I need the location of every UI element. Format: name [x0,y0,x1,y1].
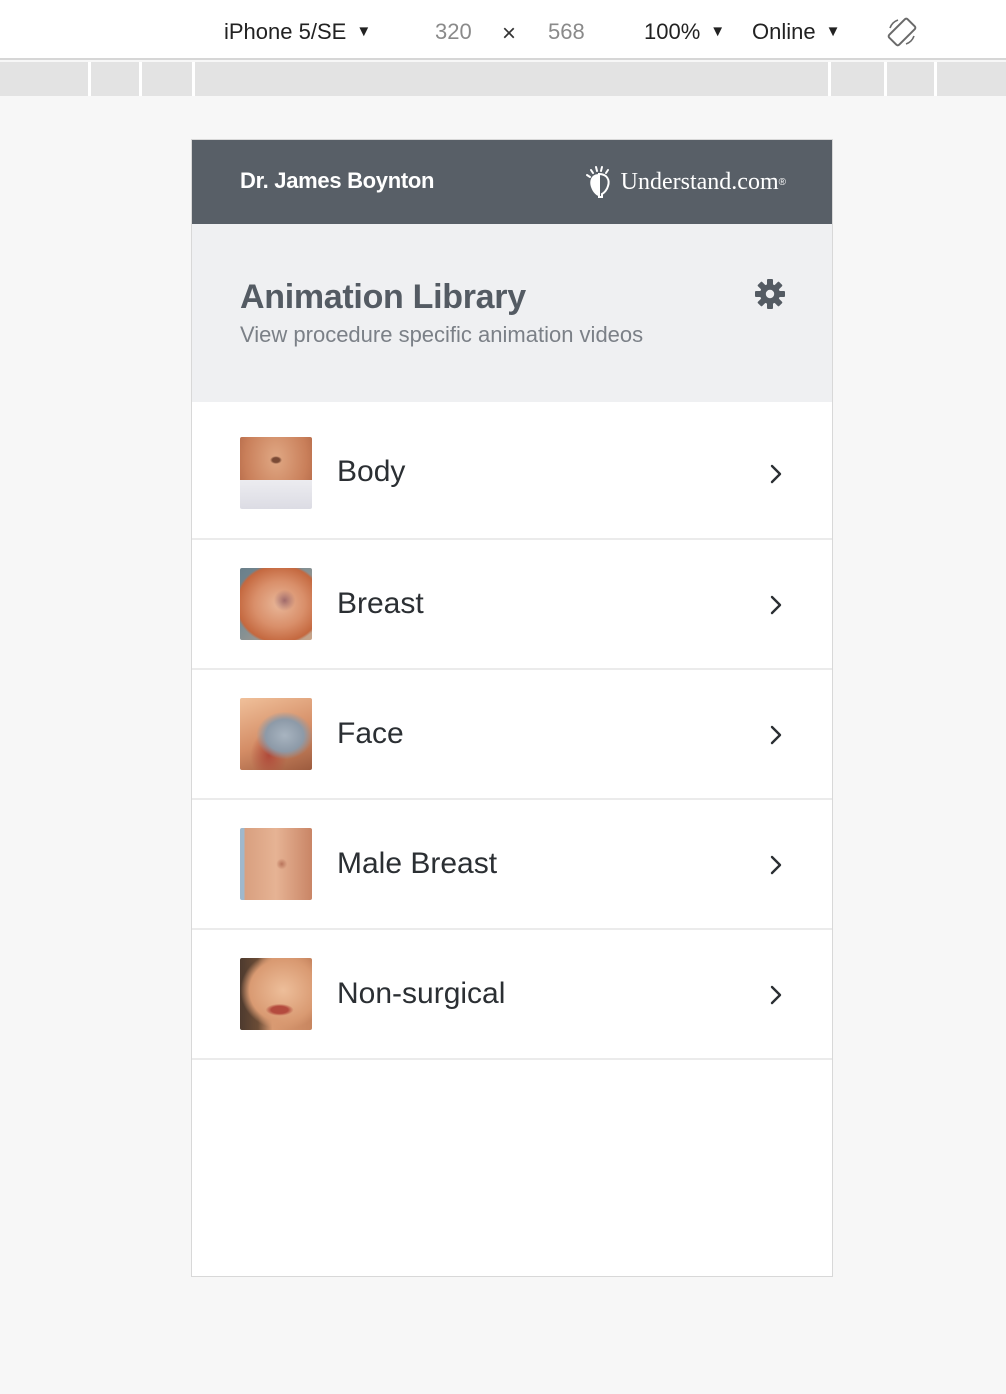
chevron-right-icon [770,464,782,484]
page-title: Animation Library [240,278,526,316]
category-label: Male Breast [337,847,498,880]
category-item-breast[interactable]: Breast [192,540,832,670]
chevron-right-icon [770,985,782,1005]
zoom-select[interactable]: 100% ▼ [644,17,725,47]
rotate-device-icon[interactable] [886,16,918,48]
brand-logo[interactable]: Understand.com ® [583,164,786,200]
zoom-select-caret-icon: ▼ [710,23,726,40]
body-thumbnail [240,437,312,509]
category-label: Breast [337,587,424,620]
brand-registered-mark: ® [778,176,786,188]
dimension-separator: × [502,20,517,47]
ruler-tick [88,62,91,96]
network-select-label: Online [752,19,816,44]
page-subtitle: View procedure specific animation videos [240,322,644,347]
category-item-non-surgical[interactable]: Non-surgical [192,930,832,1060]
category-label: Face [337,717,404,750]
understand-logo-icon [585,166,610,198]
gear-icon[interactable] [754,278,786,310]
media-query-ruler [0,62,1006,96]
brand-name: Understand.com [620,168,779,195]
ruler-tick [828,62,831,96]
category-label: Body [337,455,406,488]
category-list: Body Breast Face Male Breast Non-surgica… [192,402,832,1060]
zoom-select-label: 100% [644,19,701,44]
device-viewport: Dr. James Boynton Understand.com ® Animat… [191,139,833,1277]
breast-thumbnail [240,568,312,640]
ruler-tick [139,62,142,96]
male-breast-thumbnail [240,828,312,900]
height-input[interactable]: 568 [548,17,585,47]
app-header: Dr. James Boynton Understand.com ® [192,140,832,224]
devtools-device-toolbar: iPhone 5/SE ▼ 320 × 568 100% ▼ Online ▼ [0,0,1006,60]
network-select-caret-icon: ▼ [825,23,841,40]
face-thumbnail [240,698,312,770]
ruler-tick [884,62,887,96]
library-hero: Animation Library View procedure specifi… [192,224,832,402]
width-input[interactable]: 320 [435,17,472,47]
category-item-body[interactable]: Body [192,402,832,540]
category-item-male-breast[interactable]: Male Breast [192,800,832,930]
category-item-face[interactable]: Face [192,670,832,800]
ruler-tick [934,62,937,96]
chevron-right-icon [770,725,782,745]
chevron-right-icon [770,855,782,875]
device-select-label: iPhone 5/SE [224,19,347,44]
device-select-caret-icon: ▼ [356,23,372,40]
non-surgical-thumbnail [240,958,312,1030]
device-select[interactable]: iPhone 5/SE ▼ [224,17,371,47]
network-throttle-select[interactable]: Online ▼ [752,17,840,47]
chevron-right-icon [770,595,782,615]
category-label: Non-surgical [337,977,506,1010]
ruler-tick [192,62,195,96]
doctor-name: Dr. James Boynton [240,168,435,193]
